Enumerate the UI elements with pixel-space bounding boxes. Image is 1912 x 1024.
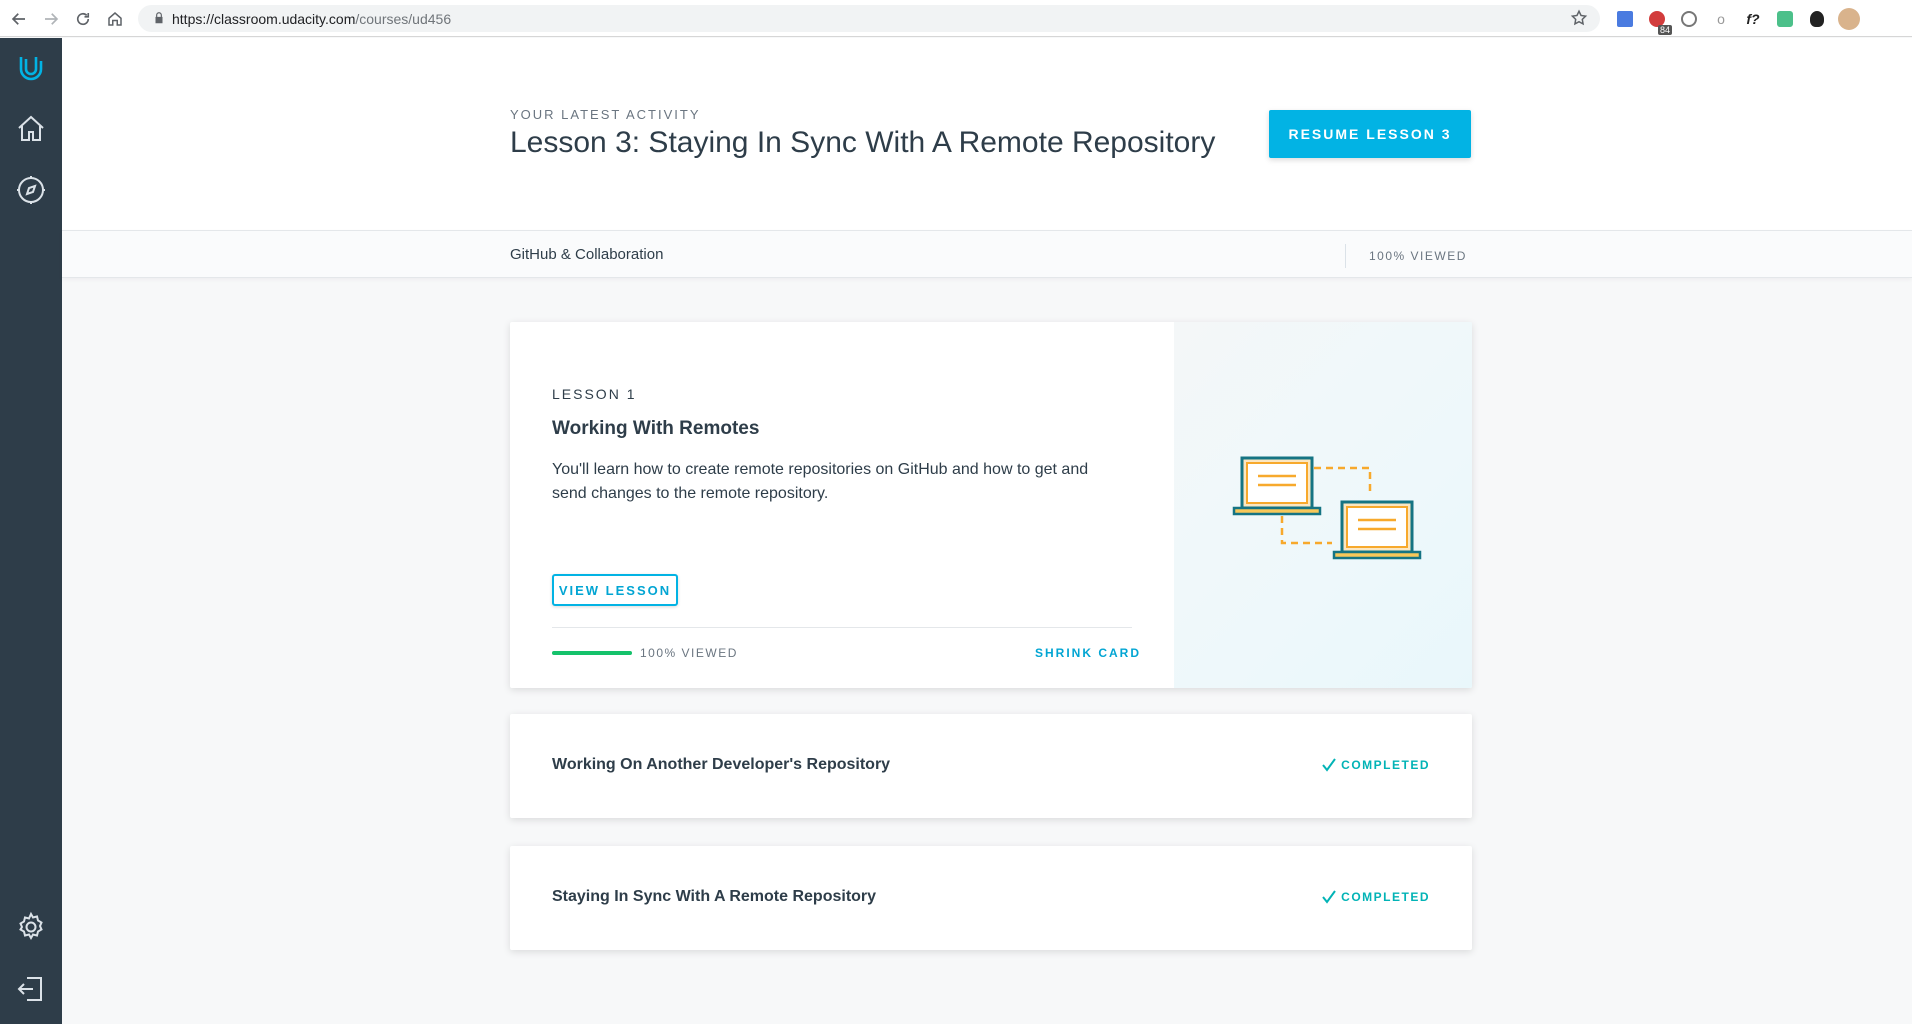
completed-status: COMPLETED <box>1321 757 1430 773</box>
font-extension-icon[interactable]: f? <box>1740 6 1766 32</box>
browser-toolbar: https://classroom.udacity.com/courses/ud… <box>0 0 1912 37</box>
extensions-area: 84 o f? <box>1612 6 1862 35</box>
lesson-description: You'll learn how to create remote reposi… <box>552 461 1089 502</box>
checkmark-icon <box>1322 758 1336 772</box>
subbar-divider <box>1345 244 1346 268</box>
url-text: https://classroom.udacity.com/courses/ud… <box>172 11 451 27</box>
extension-badge: 84 <box>1657 25 1672 35</box>
lesson-progress-fill <box>552 651 632 655</box>
course-subbar: GitHub & Collaboration 100% VIEWED <box>62 230 1912 278</box>
lesson-progress-label: 100% VIEWED <box>640 646 738 660</box>
reload-icon[interactable] <box>70 6 96 32</box>
completed-label: COMPLETED <box>1341 890 1430 904</box>
gnome-extension-icon[interactable] <box>1804 6 1830 32</box>
lesson-title: Working With Remotes <box>552 418 760 439</box>
forward-arrow-icon[interactable] <box>38 6 64 32</box>
home-nav-icon[interactable] <box>12 110 50 148</box>
lesson-illustration-panel <box>1174 322 1472 688</box>
course-viewed-status: 100% VIEWED <box>1369 249 1467 263</box>
lesson-number: LESSON 1 <box>552 386 637 402</box>
globe-extension-icon[interactable] <box>1676 6 1702 32</box>
resume-lesson-button[interactable]: RESUME LESSON 3 <box>1269 110 1471 158</box>
shrink-card-link[interactable]: SHRINK CARD <box>1035 646 1141 660</box>
course-name: GitHub & Collaboration <box>510 246 664 263</box>
lesson-row[interactable]: Working On Another Developer's Repositor… <box>510 714 1472 818</box>
checkmark-icon <box>1322 890 1336 904</box>
adblock-extension-icon[interactable]: 84 <box>1644 6 1672 35</box>
lesson-row-title: Staying In Sync With A Remote Repository <box>552 888 877 905</box>
lesson-row[interactable]: Staying In Sync With A Remote Repository… <box>510 846 1472 950</box>
latest-activity-header: YOUR LATEST ACTIVITY Lesson 3: Staying I… <box>62 38 1912 230</box>
bookmark-star-icon[interactable] <box>1570 9 1588 27</box>
card-divider <box>552 627 1132 628</box>
settings-gear-icon[interactable] <box>12 908 50 946</box>
latest-activity-title: Lesson 3: Staying In Sync With A Remote … <box>510 126 1216 159</box>
lesson-row-title: Working On Another Developer's Repositor… <box>552 756 891 773</box>
view-lesson-button[interactable]: VIEW LESSON <box>552 574 678 606</box>
back-arrow-icon[interactable] <box>6 6 32 32</box>
translate-extension-icon[interactable] <box>1612 6 1638 32</box>
lesson-card-content: LESSON 1 Working With Remotes You'll lea… <box>510 322 1174 688</box>
completed-status: COMPLETED <box>1321 889 1430 905</box>
home-icon[interactable] <box>102 6 128 32</box>
logout-icon[interactable] <box>12 970 50 1008</box>
completed-label: COMPLETED <box>1341 758 1430 772</box>
address-bar[interactable]: https://classroom.udacity.com/courses/ud… <box>138 5 1600 32</box>
compass-explore-icon[interactable] <box>12 171 50 209</box>
sidebar <box>0 38 62 1024</box>
green-extension-icon[interactable] <box>1772 6 1798 32</box>
url-path: /courses/ud456 <box>355 11 452 27</box>
main-content: YOUR LATEST ACTIVITY Lesson 3: Staying I… <box>62 38 1912 1024</box>
url-host: https://classroom.udacity.com <box>172 11 356 27</box>
udacity-logo-icon[interactable] <box>12 48 50 86</box>
laptops-illustration-icon <box>1232 456 1422 560</box>
lesson-progress-bar <box>552 651 632 655</box>
lock-icon <box>155 12 163 24</box>
latest-activity-label: YOUR LATEST ACTIVITY <box>510 107 701 122</box>
profile-avatar[interactable] <box>1836 6 1862 32</box>
opera-extension-icon[interactable]: o <box>1708 6 1734 32</box>
lesson-card-expanded: LESSON 1 Working With Remotes You'll lea… <box>510 322 1472 688</box>
